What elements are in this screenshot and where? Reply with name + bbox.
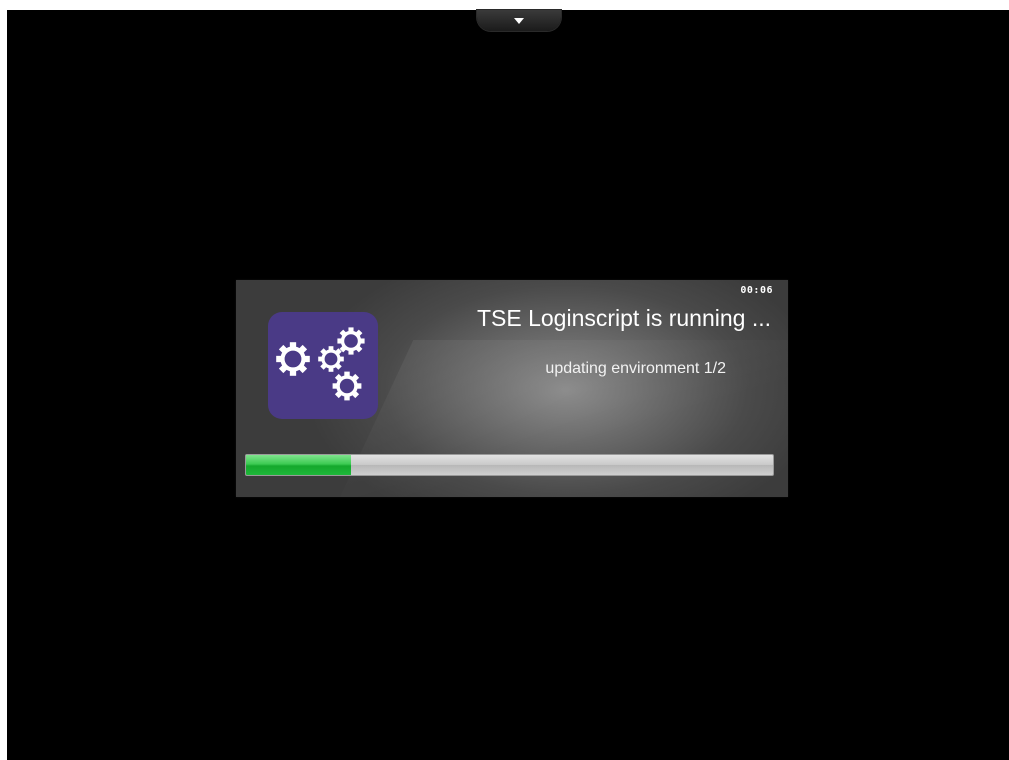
- connection-bar-toggle[interactable]: [477, 10, 561, 31]
- elapsed-timer: 00:06: [740, 285, 773, 296]
- loginscript-dialog: 00:06 TSE Loginscript is running ... upd…: [236, 280, 788, 497]
- status-text: updating environment 1/2: [545, 360, 726, 377]
- chevron-down-icon: [514, 17, 524, 24]
- progress-bar: [245, 454, 774, 476]
- progress-bar-fill: [246, 455, 352, 475]
- dialog-title: TSE Loginscript is running ...: [476, 305, 771, 331]
- gears-icon: [268, 312, 378, 419]
